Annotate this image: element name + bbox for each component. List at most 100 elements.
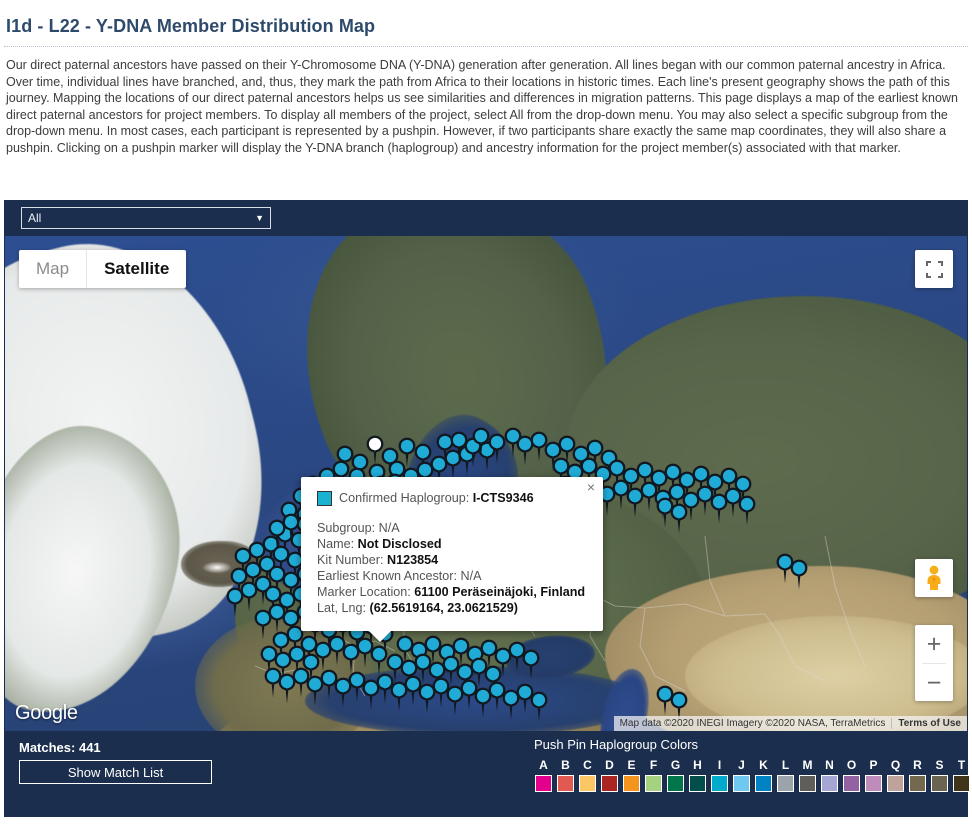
chevron-down-icon: ▼ bbox=[255, 213, 264, 223]
info-row: Lat, Lng: (62.5619164, 23.0621529) bbox=[317, 600, 587, 616]
zoom-in-button[interactable]: + bbox=[915, 625, 953, 663]
close-icon[interactable]: × bbox=[587, 480, 595, 494]
map-footer: Matches: 441 Show Match List Push Pin Ha… bbox=[5, 731, 970, 816]
legend-column: J bbox=[732, 758, 751, 792]
legend-column: Q bbox=[886, 758, 905, 792]
street-view-pegman-button[interactable] bbox=[915, 559, 953, 597]
marker-info-window: × Confirmed Haplogroup: I-CTS9346 Subgro… bbox=[301, 477, 603, 631]
haplogroup-color-swatch bbox=[317, 490, 332, 506]
legend-letter: T bbox=[957, 758, 966, 772]
map-widget: All ▼ Map Satellite + − × Confirmed Hapl… bbox=[4, 200, 970, 817]
info-row: Marker Location: 61100 Peräseinäjoki, Fi… bbox=[317, 584, 587, 600]
legend-color-chip bbox=[799, 775, 816, 792]
info-row-value: 61100 Peräseinäjoki, Finland bbox=[414, 585, 586, 599]
info-row-value: N123854 bbox=[387, 553, 439, 567]
legend-color-chip bbox=[953, 775, 970, 792]
haplogroup-value: I-CTS9346 bbox=[472, 491, 534, 505]
legend-column: G bbox=[666, 758, 685, 792]
legend-column: H bbox=[688, 758, 707, 792]
legend-column: P bbox=[864, 758, 883, 792]
legend-letter: E bbox=[627, 758, 636, 772]
intro-paragraph: Our direct paternal ancestors have passe… bbox=[6, 58, 958, 155]
haplogroup-label: Confirmed Haplogroup: bbox=[339, 491, 470, 505]
info-row: Earliest Known Ancestor: N/A bbox=[317, 568, 587, 584]
water-mediterranean bbox=[305, 666, 645, 731]
info-row: Kit Number: N123854 bbox=[317, 552, 587, 568]
info-window-header: Confirmed Haplogroup: I-CTS9346 bbox=[317, 490, 587, 506]
map-type-map-button[interactable]: Map bbox=[19, 250, 86, 288]
legend-letter: O bbox=[846, 758, 857, 772]
page-root: I1d - L22 - Y-DNA Member Distribution Ma… bbox=[0, 16, 972, 833]
show-match-list-button[interactable]: Show Match List bbox=[19, 760, 212, 784]
legend-color-chip bbox=[909, 775, 926, 792]
zoom-out-button[interactable]: − bbox=[915, 664, 953, 702]
legend-column: S bbox=[930, 758, 949, 792]
legend-column: E bbox=[622, 758, 641, 792]
legend-column: D bbox=[600, 758, 619, 792]
pushpin-legend: Push Pin Haplogroup Colors ABCDEFGH I JKLM… bbox=[534, 737, 971, 792]
info-row-value: (62.5619164, 23.0621529) bbox=[369, 601, 518, 615]
legend-color-chip bbox=[579, 775, 596, 792]
info-row-label: Marker Location: bbox=[317, 585, 415, 599]
legend-letter: C bbox=[583, 758, 592, 772]
legend-color-chip bbox=[843, 775, 860, 792]
map-type-satellite-button[interactable]: Satellite bbox=[86, 250, 186, 288]
info-row: Subgroup: N/A bbox=[317, 520, 587, 536]
zoom-control-group: + − bbox=[915, 625, 953, 701]
legend-letter: L bbox=[781, 758, 790, 772]
subgroup-select[interactable]: All ▼ bbox=[21, 207, 271, 229]
legend-letter: B bbox=[561, 758, 570, 772]
legend-column: F bbox=[644, 758, 663, 792]
legend-column: L bbox=[776, 758, 795, 792]
legend-color-chip bbox=[777, 775, 794, 792]
legend-column: R bbox=[908, 758, 927, 792]
legend-title: Push Pin Haplogroup Colors bbox=[534, 737, 699, 752]
info-row: Name: Not Disclosed bbox=[317, 536, 587, 552]
legend-column: T bbox=[952, 758, 971, 792]
legend-letter: D bbox=[605, 758, 614, 772]
info-row-value: Not Disclosed bbox=[357, 537, 442, 551]
legend-color-chip bbox=[557, 775, 574, 792]
subgroup-select-value: All bbox=[28, 211, 42, 225]
legend-color-chip bbox=[535, 775, 552, 792]
legend-letter: H bbox=[693, 758, 702, 772]
legend-letter: G bbox=[670, 758, 681, 772]
legend-letter: P bbox=[869, 758, 878, 772]
page-title: I1d - L22 - Y-DNA Member Distribution Ma… bbox=[6, 16, 376, 36]
legend-column: N bbox=[820, 758, 839, 792]
info-row-value: N/A bbox=[378, 521, 400, 535]
fullscreen-icon bbox=[925, 260, 943, 278]
legend-color-chip bbox=[711, 775, 728, 792]
legend-letter: R bbox=[913, 758, 922, 772]
terms-of-use-link[interactable]: Terms of Use bbox=[891, 718, 967, 729]
legend-letter: M bbox=[802, 758, 813, 772]
legend-letter: I bbox=[717, 758, 722, 772]
legend-letter: K bbox=[759, 758, 768, 772]
info-window-rows: Subgroup: N/A Name: Not Disclosed Kit Numb… bbox=[317, 520, 587, 616]
legend-color-chip bbox=[733, 775, 750, 792]
legend-color-chip bbox=[667, 775, 684, 792]
legend-color-chip bbox=[887, 775, 904, 792]
street-view-pegman-icon bbox=[927, 565, 941, 590]
legend-color-chip bbox=[821, 775, 838, 792]
google-map-canvas[interactable]: Map Satellite + − × Confirmed Haplogroup… bbox=[5, 236, 967, 731]
legend-column: C bbox=[578, 758, 597, 792]
google-logo: Google bbox=[15, 702, 78, 724]
legend-letter: J bbox=[738, 758, 745, 772]
legend-color-chip bbox=[601, 775, 618, 792]
title-divider bbox=[4, 46, 968, 47]
legend-column: O bbox=[842, 758, 861, 792]
haplogroup-header-text: Confirmed Haplogroup: I-CTS9346 bbox=[339, 490, 534, 506]
legend-color-chip bbox=[645, 775, 662, 792]
fullscreen-button[interactable] bbox=[915, 250, 953, 288]
info-row-label: Name: bbox=[317, 537, 358, 551]
map-type-control: Map Satellite bbox=[19, 250, 187, 288]
legend-color-chip bbox=[931, 775, 948, 792]
legend-column: M bbox=[798, 758, 817, 792]
info-row-value: N/A bbox=[460, 569, 482, 583]
iceland-glacier bbox=[203, 562, 231, 573]
info-row-label: Subgroup: bbox=[317, 521, 379, 535]
map-attribution-bar: Map data ©2020 INEGI Imagery ©2020 NASA,… bbox=[613, 716, 967, 731]
legend-letter: F bbox=[649, 758, 658, 772]
legend-column: I bbox=[710, 758, 729, 792]
